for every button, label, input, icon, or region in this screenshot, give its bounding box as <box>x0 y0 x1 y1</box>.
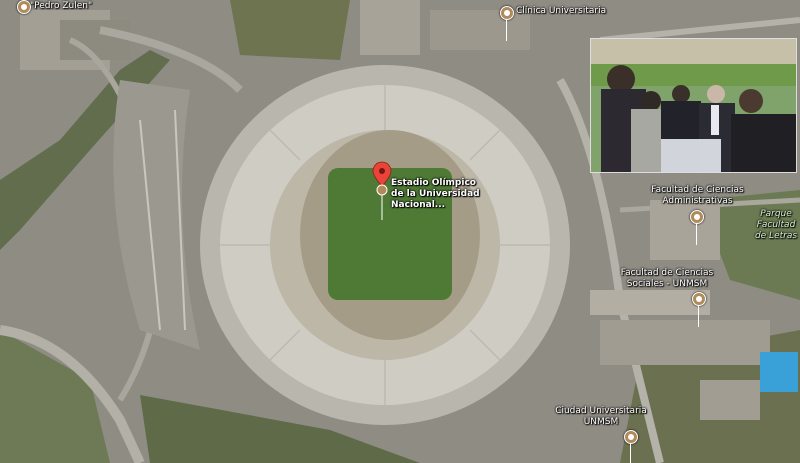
label-pedro-zulen[interactable]: "Pedro Zulen" <box>30 1 92 12</box>
pin-stem <box>696 223 697 245</box>
photo-thumbnail[interactable] <box>590 38 797 173</box>
label-facultad-sociales[interactable]: Facultad de Ciencias Sociales - UNMSM <box>612 268 722 290</box>
stadium-poi-dot <box>376 184 388 196</box>
pin-stem <box>630 443 631 463</box>
label-facultad-administrativas[interactable]: Facultad de Ciencias Administrativas <box>645 185 750 207</box>
building-north <box>360 0 420 55</box>
pin-stem <box>698 305 699 327</box>
pin-stem <box>506 19 507 41</box>
stadium-structure <box>200 65 570 425</box>
field-north <box>230 0 350 60</box>
label-clinica-universitaria[interactable]: Clínica Universitaria <box>516 6 606 17</box>
place-pin-icon[interactable] <box>692 292 706 306</box>
label-parque-letras[interactable]: Parque Facultad de Letras <box>752 209 800 242</box>
label-ciudad-universitaria[interactable]: Ciudad Universitaria UNMSM <box>546 406 656 428</box>
place-pin-icon[interactable] <box>500 6 514 20</box>
building-east-1 <box>600 320 770 365</box>
label-stadium[interactable]: Estadio Olímpico de la Universidad Nacio… <box>391 178 491 211</box>
place-pin-icon[interactable] <box>17 0 31 14</box>
place-pin-icon[interactable] <box>624 430 638 444</box>
place-pin-icon[interactable] <box>690 210 704 224</box>
swimming-pool <box>760 352 798 392</box>
